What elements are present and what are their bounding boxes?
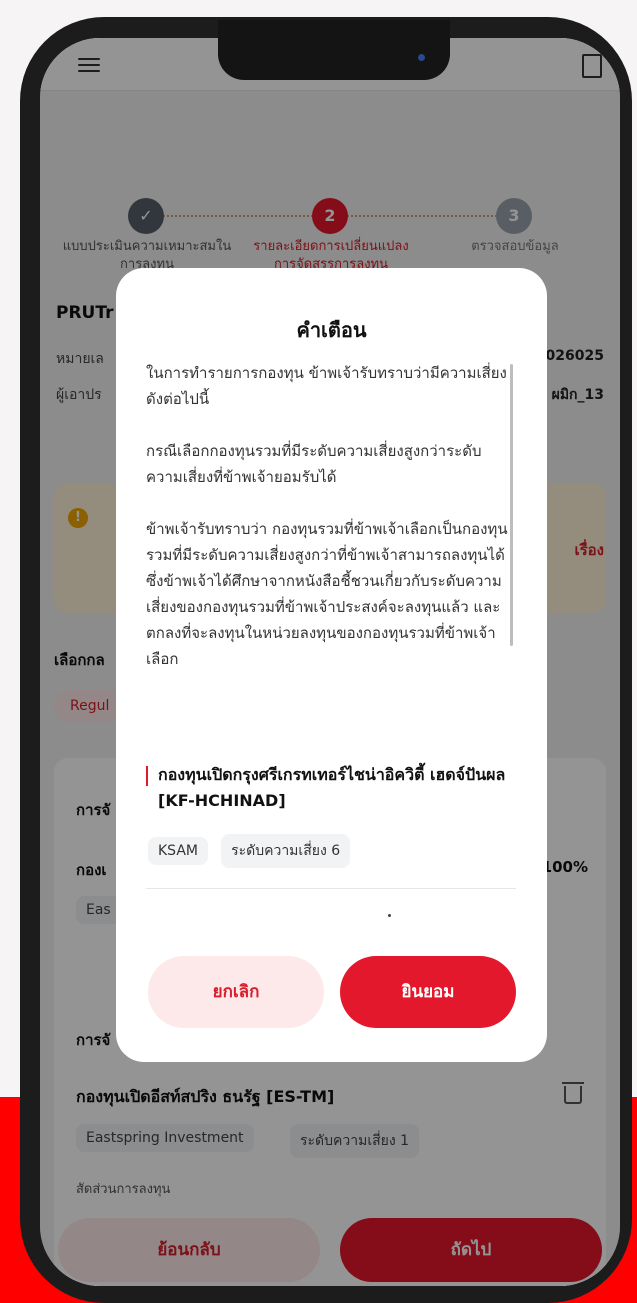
dialog-fund-name: กองทุนเปิดกรุงศรีเกรทเทอร์ไชน่าอิควิตี้ … [158, 765, 506, 810]
fund-risk-tag: ระดับความเสี่ยง 6 [221, 834, 351, 868]
dialog-paragraph-1: ในการทำรายการกองทุน ข้าพเจ้ารับทราบว่ามี… [146, 364, 507, 408]
cancel-button[interactable]: ยกเลิก [148, 956, 324, 1028]
fund-company-tag: KSAM [148, 837, 208, 865]
phone-notch [218, 20, 450, 80]
dialog-title: คำเตือน [296, 318, 367, 342]
dialog-divider [146, 888, 516, 889]
accept-button[interactable]: ยินยอม [340, 956, 516, 1028]
dialog-body[interactable]: ในการทำรายการกองทุน ข้าพเจ้ารับทราบว่ามี… [146, 360, 516, 698]
fund-accent-bar [146, 766, 148, 786]
dialog-fund: กองทุนเปิดกรุงศรีเกรทเทอร์ไชน่าอิควิตี้ … [146, 762, 526, 814]
loading-dot [388, 914, 391, 917]
dialog-scrollbar[interactable] [510, 364, 513, 646]
camera-dot [418, 54, 425, 61]
dialog-fund-tags: KSAM ระดับความเสี่ยง 6 [148, 834, 358, 868]
warning-dialog: คำเตือน ในการทำรายการกองทุน ข้าพเจ้ารับท… [116, 268, 547, 1062]
dialog-paragraph-3: ข้าพเจ้ารับทราบว่า กองทุนรวมที่ข้าพเจ้าเ… [146, 520, 508, 668]
dialog-paragraph-2: กรณีเลือกกองทุนรวมที่มีระดับความเสี่ยงสู… [146, 442, 482, 486]
